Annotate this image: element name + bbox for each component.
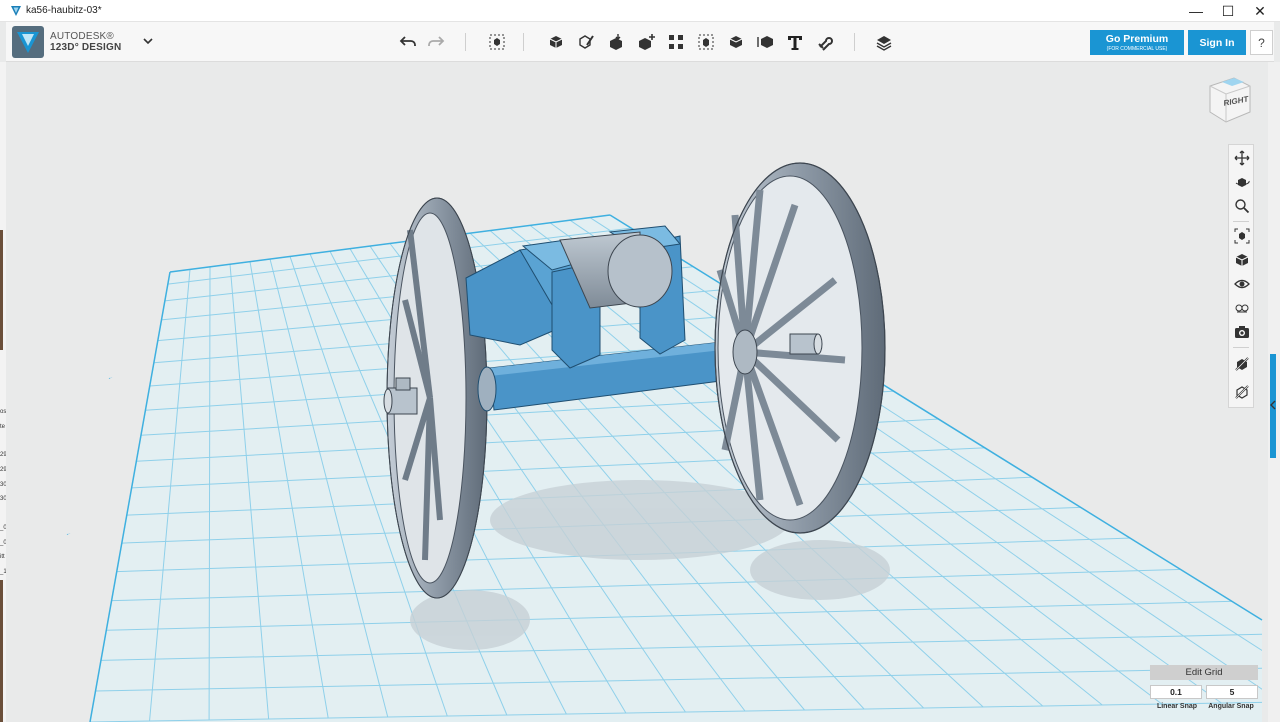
svg-text:←: ← xyxy=(107,374,115,382)
pan-icon[interactable] xyxy=(1230,147,1254,169)
navbar-separator xyxy=(1233,347,1249,348)
linear-snap-field[interactable]: 0.1 xyxy=(1150,685,1202,699)
toolbar-separator xyxy=(523,33,524,51)
visibility-icon[interactable] xyxy=(1230,273,1254,295)
construct-icon[interactable] xyxy=(604,30,628,54)
left-edge-text: itt xyxy=(0,554,5,560)
measure-tool-icon[interactable] xyxy=(1230,381,1254,403)
edit-grid-button[interactable]: Edit Grid xyxy=(1150,665,1258,680)
3d-viewport[interactable]: ← ← xyxy=(6,62,1268,722)
app-logo-icon xyxy=(11,6,21,16)
scene-canvas[interactable]: ← ← xyxy=(6,62,1268,722)
primitives-icon[interactable] xyxy=(544,30,568,54)
grouping-icon[interactable] xyxy=(694,30,718,54)
brand-autodesk: AUTODESK® xyxy=(50,31,114,42)
materials-icon[interactable] xyxy=(1230,297,1254,319)
navigation-bar xyxy=(1228,144,1254,408)
minimize-button[interactable]: — xyxy=(1180,0,1212,22)
sign-in-button[interactable]: Sign In xyxy=(1188,30,1246,55)
left-window-edge-photo xyxy=(0,580,3,722)
help-button[interactable]: ? xyxy=(1250,30,1273,55)
left-edge-text: te xyxy=(0,424,6,430)
modify-icon[interactable] xyxy=(634,30,658,54)
go-premium-label: Go Premium xyxy=(1105,33,1169,45)
view-cube[interactable]: RIGHT xyxy=(1200,72,1256,128)
angular-snap-field[interactable]: 5 xyxy=(1206,685,1258,699)
left-window-edge-photo xyxy=(0,230,3,350)
angular-snap-label: Angular Snap xyxy=(1208,703,1254,710)
close-button[interactable]: ✕ xyxy=(1244,0,1276,22)
snap-icon[interactable] xyxy=(813,30,837,54)
go-premium-button[interactable]: Go Premium (FOR COMMERCIAL USE) xyxy=(1090,30,1184,55)
title-bar: ka56-haubitz-03* — ☐ ✕ xyxy=(0,0,1280,22)
zoom-icon[interactable] xyxy=(1230,195,1254,217)
svg-text:←: ← xyxy=(65,530,73,538)
toolbar-separator xyxy=(465,33,466,51)
right-wheel[interactable] xyxy=(714,162,886,534)
orbit-icon[interactable] xyxy=(1230,171,1254,193)
view-icon[interactable] xyxy=(1230,249,1254,271)
fit-icon[interactable] xyxy=(1230,225,1254,247)
edit-grid-panel: Edit Grid 0.1 5 Linear Snap Angular Snap xyxy=(1150,665,1258,717)
app-window: ka56-haubitz-03* — ☐ ✕ AUTODESK® 123D° D… xyxy=(0,0,1280,722)
brand-product: 123D° DESIGN xyxy=(50,42,122,53)
measure-icon[interactable] xyxy=(754,30,778,54)
pattern-icon[interactable] xyxy=(664,30,688,54)
redo-icon[interactable] xyxy=(424,30,448,54)
screenshot-icon[interactable] xyxy=(1230,321,1254,343)
maximize-button[interactable]: ☐ xyxy=(1212,0,1244,22)
toolbar-separator xyxy=(854,33,855,51)
main-toolbar: AUTODESK® 123D° DESIGN Go Premium (FOR C… xyxy=(6,22,1274,62)
undo-icon[interactable] xyxy=(396,30,420,54)
text-icon[interactable] xyxy=(783,30,807,54)
chevron-down-icon[interactable] xyxy=(142,34,154,48)
linear-snap-label: Linear Snap xyxy=(1156,703,1198,710)
combine-icon[interactable] xyxy=(724,30,748,54)
app-menu-logo-icon[interactable] xyxy=(12,26,44,58)
material-icon[interactable] xyxy=(872,30,896,54)
transform-icon[interactable] xyxy=(485,30,509,54)
snap-tool-icon[interactable] xyxy=(1230,353,1254,375)
sketch-icon[interactable] xyxy=(574,30,598,54)
document-title: ka56-haubitz-03* xyxy=(26,5,102,16)
go-premium-sublabel: (FOR COMMERCIAL USE) xyxy=(1106,46,1168,52)
navbar-separator xyxy=(1233,221,1249,222)
chevron-left-icon[interactable] xyxy=(1269,400,1277,410)
